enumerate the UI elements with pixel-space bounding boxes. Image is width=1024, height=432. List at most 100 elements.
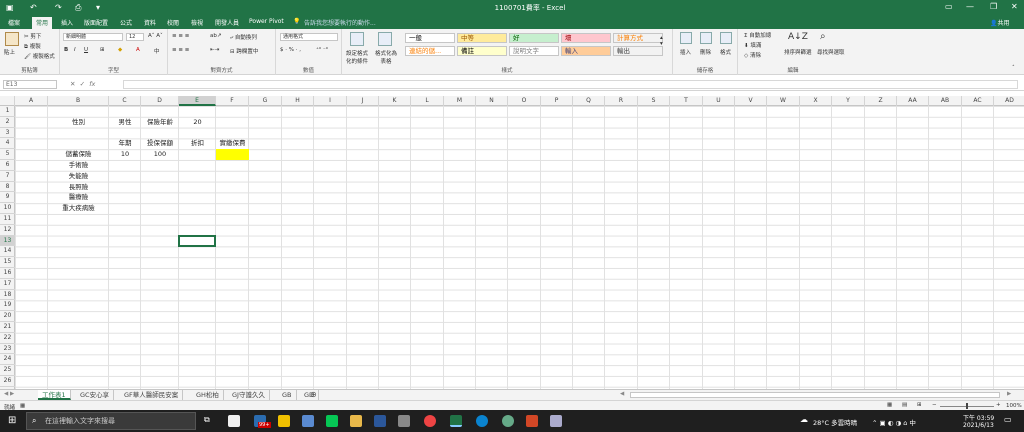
sheet-tab-5[interactable]: GB bbox=[278, 390, 297, 400]
fill-color-icon[interactable]: ◆ bbox=[118, 47, 122, 53]
paste-button[interactable]: 貼上 bbox=[4, 48, 15, 56]
app-icon[interactable] bbox=[398, 415, 410, 427]
column-header-w[interactable]: W bbox=[767, 96, 800, 106]
insert-function-icon[interactable]: fx bbox=[89, 80, 95, 88]
row-header-14[interactable]: 14 bbox=[0, 246, 15, 258]
cell-style-6[interactable]: 備註 bbox=[457, 46, 507, 56]
column-header-c[interactable]: C bbox=[109, 96, 141, 106]
italic-button[interactable]: I bbox=[74, 47, 76, 53]
tab-data[interactable]: 資料 bbox=[144, 18, 156, 27]
column-header-r[interactable]: R bbox=[605, 96, 638, 106]
zoom-level[interactable]: 100% bbox=[1006, 403, 1022, 409]
cell-d5[interactable]: 100 bbox=[141, 149, 179, 160]
enter-icon[interactable]: ✓ bbox=[80, 80, 85, 88]
row-header-16[interactable]: 16 bbox=[0, 268, 15, 279]
row-header-2[interactable]: 2 bbox=[0, 117, 15, 128]
cell-d4[interactable]: 投保保額 bbox=[141, 138, 179, 149]
tab-power-pivot[interactable]: Power Pivot bbox=[249, 18, 284, 25]
row-header-12[interactable]: 12 bbox=[0, 225, 15, 236]
sheet-tab-4[interactable]: GJ守護久久 bbox=[228, 390, 270, 400]
cell-style-2[interactable]: 好 bbox=[509, 33, 559, 43]
tell-me-input[interactable]: 告訴我您想要執行的動作... bbox=[304, 18, 376, 27]
cell-style-9[interactable]: 輸出 bbox=[613, 46, 663, 56]
row-header-26[interactable]: 26 bbox=[0, 376, 15, 387]
tray-icons[interactable]: ⌃ ▣ ◐ ◑ ⌂ 中 bbox=[872, 417, 916, 427]
autosum-button[interactable]: Σ 自動加總 bbox=[744, 31, 771, 39]
column-header-i[interactable]: I bbox=[314, 96, 347, 106]
row-header-19[interactable]: 19 bbox=[0, 300, 15, 312]
paste-icon[interactable] bbox=[5, 32, 19, 46]
format-cells-button[interactable]: 格式 bbox=[720, 48, 731, 56]
currency-icon[interactable]: $ · % · , bbox=[280, 47, 301, 53]
column-header-ab[interactable]: AB bbox=[929, 96, 962, 106]
worksheet-grid[interactable]: 性別 男性 保險年齡 20 年期 投保保額 折扣 實繳保費 儲蓄保險 10 100 手術險 失能險 長照險… bbox=[15, 106, 1024, 389]
column-header-s[interactable]: S bbox=[638, 96, 670, 106]
tab-view[interactable]: 檢視 bbox=[191, 18, 203, 27]
folder-icon[interactable] bbox=[350, 415, 362, 427]
row-header-1[interactable]: 1 bbox=[0, 106, 15, 117]
font-name-select[interactable]: 新細明體 bbox=[63, 33, 123, 41]
column-header-g[interactable]: G bbox=[249, 96, 282, 106]
cell-style-0[interactable]: 一般 bbox=[405, 33, 455, 43]
row-header-9[interactable]: 9 bbox=[0, 192, 15, 204]
column-header-k[interactable]: K bbox=[379, 96, 411, 106]
cell-b8[interactable]: 長照險 bbox=[48, 182, 109, 193]
insert-cells-button[interactable]: 插入 bbox=[680, 48, 691, 56]
tab-page-layout[interactable]: 版面配置 bbox=[84, 18, 108, 27]
column-header-m[interactable]: M bbox=[444, 96, 476, 106]
sheet-tab-1[interactable]: GC安心享 bbox=[76, 390, 115, 400]
cell-d2[interactable]: 保險年齡 bbox=[141, 117, 179, 128]
number-format-select[interactable]: 通用格式 bbox=[280, 33, 338, 41]
name-box[interactable]: E13 bbox=[3, 80, 57, 89]
insert-cells-icon[interactable] bbox=[680, 32, 692, 44]
row-header-25[interactable]: 25 bbox=[0, 365, 15, 376]
zoom-out-icon[interactable]: − bbox=[932, 402, 937, 408]
row-header-13[interactable]: 13 bbox=[0, 235, 15, 247]
fill-button[interactable]: ⬇ 填滿 bbox=[744, 41, 761, 49]
align-top-icon[interactable]: ≡ ≡ ≡ bbox=[172, 33, 189, 39]
cell-c2[interactable]: 男性 bbox=[109, 117, 141, 128]
column-header-u[interactable]: U bbox=[703, 96, 735, 106]
format-table-button[interactable]: 格式化為表格 bbox=[373, 49, 399, 65]
cell-b5[interactable]: 儲蓄保險 bbox=[48, 149, 109, 160]
bold-button[interactable]: B bbox=[64, 47, 68, 53]
tab-file[interactable]: 檔案 bbox=[8, 18, 20, 27]
tab-review[interactable]: 校閱 bbox=[167, 18, 179, 27]
cell-b10[interactable]: 重大疾病險 bbox=[48, 203, 109, 214]
delete-cells-button[interactable]: 刪除 bbox=[700, 48, 711, 56]
font-grow-icon[interactable]: A˄ A˅ bbox=[148, 33, 163, 39]
cell-b2[interactable]: 性別 bbox=[48, 117, 109, 128]
cell-style-3[interactable]: 壞 bbox=[561, 33, 611, 43]
clear-button[interactable]: ◇ 清除 bbox=[744, 51, 761, 59]
sheet-tab-0[interactable]: 工作表1 bbox=[38, 390, 71, 400]
row-header-4[interactable]: 4 bbox=[0, 138, 15, 150]
ribbon-display-icon[interactable]: ▭ bbox=[945, 2, 953, 11]
row-header-15[interactable]: 15 bbox=[0, 257, 15, 268]
row-header-6[interactable]: 6 bbox=[0, 160, 15, 171]
font-size-select[interactable]: 12 bbox=[126, 33, 144, 41]
cell-f4[interactable]: 實繳保費 bbox=[216, 138, 249, 149]
column-header-d[interactable]: D bbox=[141, 96, 179, 106]
row-header-8[interactable]: 8 bbox=[0, 182, 15, 193]
column-header-q[interactable]: Q bbox=[573, 96, 605, 106]
cell-e2[interactable]: 20 bbox=[179, 117, 216, 128]
cell-c5[interactable]: 10 bbox=[109, 149, 141, 160]
decimal-icon[interactable]: ⁺⁰ ⁻⁰ bbox=[316, 47, 328, 53]
column-header-b[interactable]: B bbox=[48, 96, 109, 106]
task-view-icon[interactable]: ⧉ bbox=[204, 415, 210, 425]
edge-icon[interactable] bbox=[476, 415, 488, 427]
format-painter-button[interactable]: 🖌 複製格式 bbox=[24, 52, 55, 60]
store-icon[interactable] bbox=[228, 415, 240, 427]
sheet-tab-3[interactable]: GH松柏 bbox=[192, 390, 224, 400]
column-header-l[interactable]: L bbox=[411, 96, 444, 106]
row-header-18[interactable]: 18 bbox=[0, 290, 15, 301]
merge-center-button[interactable]: ⊟ 跨欄置中 bbox=[230, 47, 258, 55]
page-layout-view-icon[interactable]: ▤ bbox=[902, 402, 907, 408]
file-explorer-icon[interactable] bbox=[278, 415, 290, 427]
cell-style-8[interactable]: 輸入 bbox=[561, 46, 611, 56]
collapse-ribbon-icon[interactable]: ˄ bbox=[1012, 65, 1015, 71]
row-header-22[interactable]: 22 bbox=[0, 333, 15, 344]
orientation-icon[interactable]: ab↗ bbox=[210, 33, 221, 39]
macro-record-icon[interactable]: ▦ bbox=[20, 403, 25, 409]
taskbar-search[interactable]: 在這裡輸入文字來搜尋 bbox=[26, 412, 196, 430]
